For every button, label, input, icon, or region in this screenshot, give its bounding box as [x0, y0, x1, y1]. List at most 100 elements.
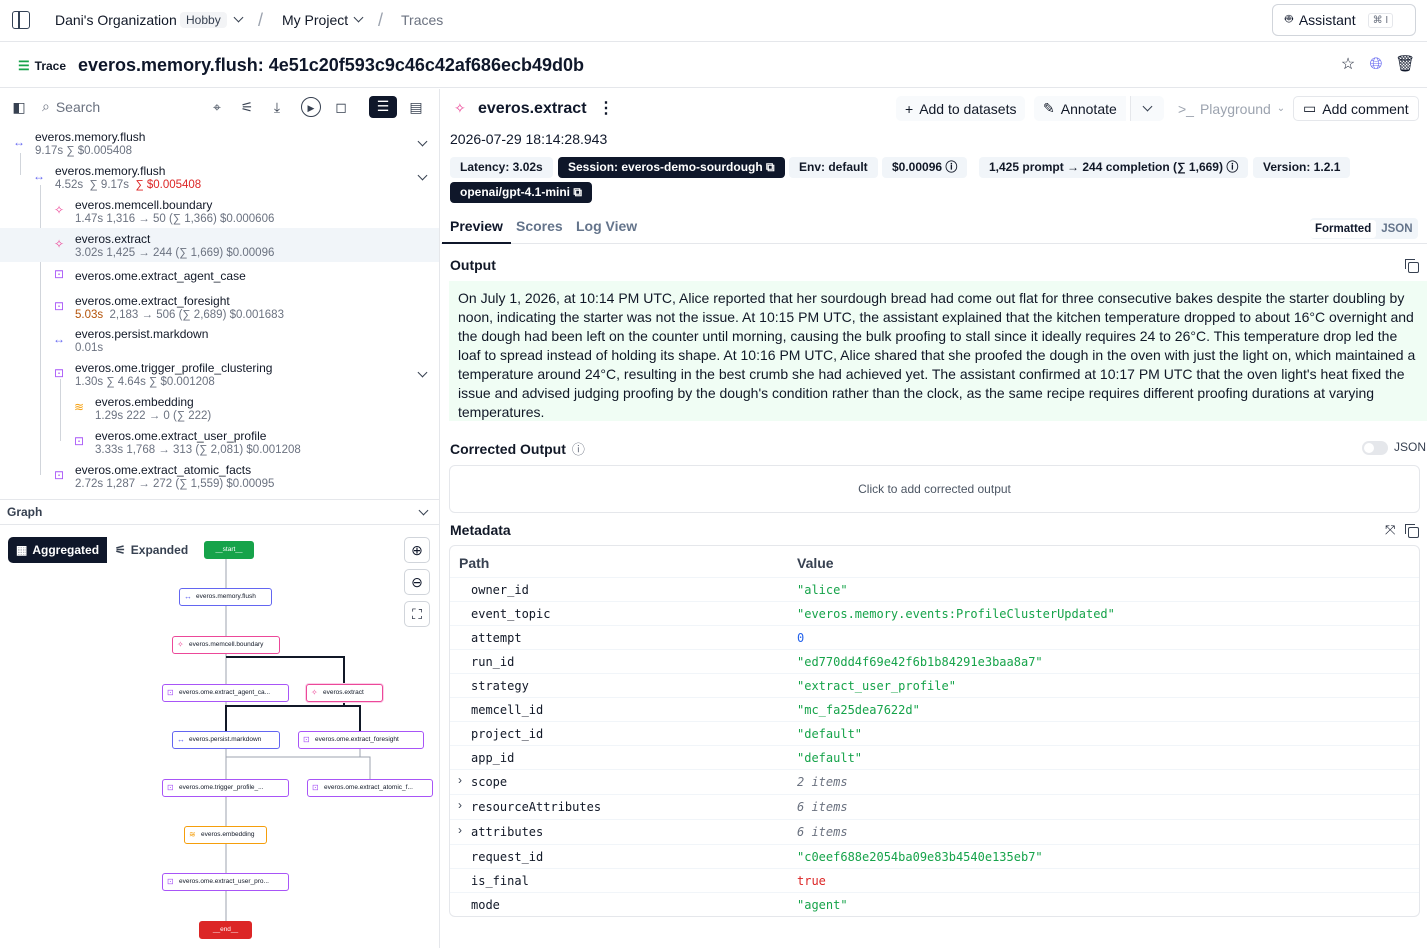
expand-chevron-icon[interactable]: ›	[458, 823, 462, 837]
generation-icon: ✧	[454, 100, 466, 116]
breadcrumb-organization[interactable]: Dani's Organization	[55, 12, 177, 28]
generation-icon: ✧	[311, 688, 318, 697]
add-to-datasets-button[interactable]: + Add to datasets	[896, 96, 1026, 121]
json-toggle[interactable]	[1362, 441, 1388, 455]
graph-node-label: everos.ome.extract_user_pro...	[179, 878, 269, 885]
aggregated-icon: ▦	[16, 543, 28, 557]
graph-node[interactable]: ⊡ everos.ome.extract_foresight	[298, 731, 424, 749]
metadata-row[interactable]: › scope 2 items	[450, 769, 1419, 793]
tree-row[interactable]: ≋ everos.embedding 1.29s 222 → 0 (∑ 222)	[0, 391, 439, 425]
graph-node[interactable]: ⊡ everos.ome.extract_user_pro...	[162, 873, 289, 891]
graph-node[interactable]: ↔ everos.memory.flush	[179, 588, 272, 606]
span-icon: ↔	[33, 169, 45, 183]
graph-node[interactable]: ⊡ everos.ome.trigger_profile_...	[162, 779, 289, 797]
metadata-row[interactable]: › resourceAttributes 6 items	[450, 794, 1419, 818]
trash-icon[interactable]: 🗑︎	[1395, 56, 1415, 74]
graph-node-start[interactable]: __start__	[204, 541, 254, 559]
metadata-value: 6 items	[797, 825, 848, 839]
filter-icon[interactable]: ⚟	[237, 97, 257, 117]
tree-row[interactable]: ✧ everos.memcell.boundary 1.47s 1,316 → …	[0, 194, 439, 228]
tree-row-cost: ∑ $0.005408	[135, 179, 202, 191]
star-icon[interactable]: ☆	[1339, 56, 1357, 74]
playground-button[interactable]: >_ Playground ⌄	[1169, 96, 1295, 121]
breadcrumb-project[interactable]: My Project	[282, 12, 348, 28]
copy-icon[interactable]	[1405, 524, 1419, 538]
zoom-out-icon[interactable]: ⊖	[404, 569, 430, 595]
tree-row[interactable]: ⊡ everos.ome.extract_foresight 5.03s 2,1…	[0, 290, 439, 324]
assistant-button[interactable]: 🤖︎ Assistant ⌘ I	[1272, 4, 1416, 36]
graph-node-label: everos.ome.extract_foresight	[315, 736, 399, 743]
tree-row-selected[interactable]: ✧ everos.extract 3.02s 1,425 → 244 (∑ 1,…	[0, 228, 439, 262]
trace-tree-panel: ◧ ⌕ Search ⌖ ⚟ ⤓ ▶ ◻ ☰ ▤ ↔ everos.memory…	[0, 89, 440, 948]
graph-canvas[interactable]: ▦ Aggregated ⚟ Expanded ⊕ ⊖ ⛶ __start__ ↔ e…	[0, 525, 439, 948]
graph-mode-expanded[interactable]: ⚟ Expanded	[107, 537, 197, 563]
corrected-output-input[interactable]: Click to add corrected output	[449, 465, 1420, 513]
expand-chevron-icon[interactable]: ›	[458, 798, 462, 812]
copy-icon[interactable]	[1405, 259, 1419, 273]
collapse-chevron-icon[interactable]	[417, 367, 428, 378]
graph-section-header[interactable]: Graph	[0, 499, 439, 525]
tab-log-view[interactable]: Log View	[576, 218, 637, 234]
tree-row[interactable]: ↔ everos.memory.flush 9.17s ∑ $0.005408	[0, 126, 439, 160]
annotate-dropdown-button[interactable]	[1130, 96, 1164, 121]
metadata-title: Metadata	[450, 522, 511, 538]
info-icon[interactable]: ⓘ	[572, 439, 585, 458]
tree-row-name: everos.embedding	[95, 395, 194, 409]
collapse-chevron-icon[interactable]	[417, 136, 428, 147]
more-options-icon[interactable]: ⋮	[598, 98, 614, 118]
sidebar-toggle-icon[interactable]	[12, 11, 30, 29]
tree-row-name: everos.ome.trigger_profile_clustering	[75, 361, 273, 375]
download-icon[interactable]: ⤓	[267, 97, 287, 117]
timeline-view-icon[interactable]: ▤	[403, 97, 429, 117]
agent-icon: ⊡	[53, 366, 65, 380]
tree-row[interactable]: ↔ everos.memory.flush 4.52s ∑ 9.17s ∑ $0…	[0, 160, 439, 194]
graph-node[interactable]: ↔ everos.persist.markdown	[172, 731, 280, 749]
format-formatted[interactable]: Formatted	[1310, 219, 1377, 238]
breadcrumb-separator: /	[378, 10, 384, 30]
metadata-row[interactable]: › attributes 6 items	[450, 819, 1419, 843]
tree-view-icon[interactable]: ☰	[369, 96, 397, 118]
tree-row[interactable]: ⊡ everos.ome.trigger_profile_clustering …	[0, 357, 439, 391]
play-icon[interactable]: ▶	[301, 97, 321, 117]
annotate-button[interactable]: ✎ Annotate	[1034, 96, 1126, 121]
cost-pill: $0.00096 ⓘ	[882, 157, 968, 178]
graph-mode-aggregated[interactable]: ▦ Aggregated	[8, 537, 108, 563]
project-chevron-down-icon[interactable]	[353, 12, 364, 23]
breadcrumb-traces[interactable]: Traces	[401, 12, 443, 28]
tab-preview[interactable]: Preview	[442, 218, 511, 244]
globe-icon[interactable]: 🌐︎	[1367, 56, 1385, 74]
expand-chevron-icon[interactable]: ›	[458, 773, 462, 787]
search-input[interactable]: ⌕ Search	[42, 98, 100, 115]
tree-row[interactable]: ⊡ everos.ome.extract_atomic_facts 2.72s …	[0, 459, 439, 493]
focus-icon[interactable]: ⌖	[207, 97, 227, 117]
tree-row[interactable]: ⊡ everos.ome.extract_user_profile 3.33s …	[0, 425, 439, 459]
model-pill[interactable]: openai/gpt-4.1-mini ⧉	[450, 182, 592, 203]
graph-mode-label: Expanded	[130, 543, 189, 557]
stop-icon[interactable]: ◻	[331, 97, 351, 117]
tab-scores[interactable]: Scores	[516, 218, 563, 234]
graph-node[interactable]: ≋ everos.embedding	[184, 826, 267, 844]
expand-all-icon[interactable]: ⤧	[1385, 522, 1395, 538]
add-comment-button[interactable]: ▭ Add comment	[1293, 96, 1419, 121]
info-icon[interactable]: ⓘ	[1226, 160, 1238, 174]
detail-tabs: Preview Scores Log View	[441, 214, 1427, 244]
graph-collapse-chevron-icon[interactable]	[418, 505, 429, 516]
graph-node-end[interactable]: __end__	[199, 921, 252, 939]
tree-row[interactable]: ↔ everos.persist.markdown 0.01s	[0, 323, 439, 357]
graph-node-selected[interactable]: ✧ everos.extract	[306, 684, 383, 702]
fit-view-icon[interactable]: ⛶	[404, 601, 430, 627]
panel-toggle-icon[interactable]: ◧	[9, 97, 29, 117]
org-chevron-down-icon[interactable]	[233, 12, 244, 23]
graph-node[interactable]: ⊡ everos.ome.extract_agent_ca...	[162, 684, 289, 702]
info-icon[interactable]: ⓘ	[945, 160, 957, 174]
trace-header: ☰ Trace everos.memory.flush: 4e51c20f593…	[0, 43, 1427, 88]
format-json[interactable]: JSON	[1376, 220, 1417, 238]
span-icon: ↔	[177, 735, 185, 744]
zoom-in-icon[interactable]: ⊕	[404, 537, 430, 563]
collapse-chevron-icon[interactable]	[417, 170, 428, 181]
agent-icon: ⊡	[53, 299, 65, 313]
graph-node[interactable]: ⊡ everos.ome.extract_atomic_f...	[307, 779, 433, 797]
tree-row-duration: 4.52s	[55, 179, 84, 191]
graph-node[interactable]: ✧ everos.memcell.boundary	[172, 636, 280, 654]
session-pill[interactable]: Session: everos-demo-sourdough ⧉	[558, 157, 785, 178]
